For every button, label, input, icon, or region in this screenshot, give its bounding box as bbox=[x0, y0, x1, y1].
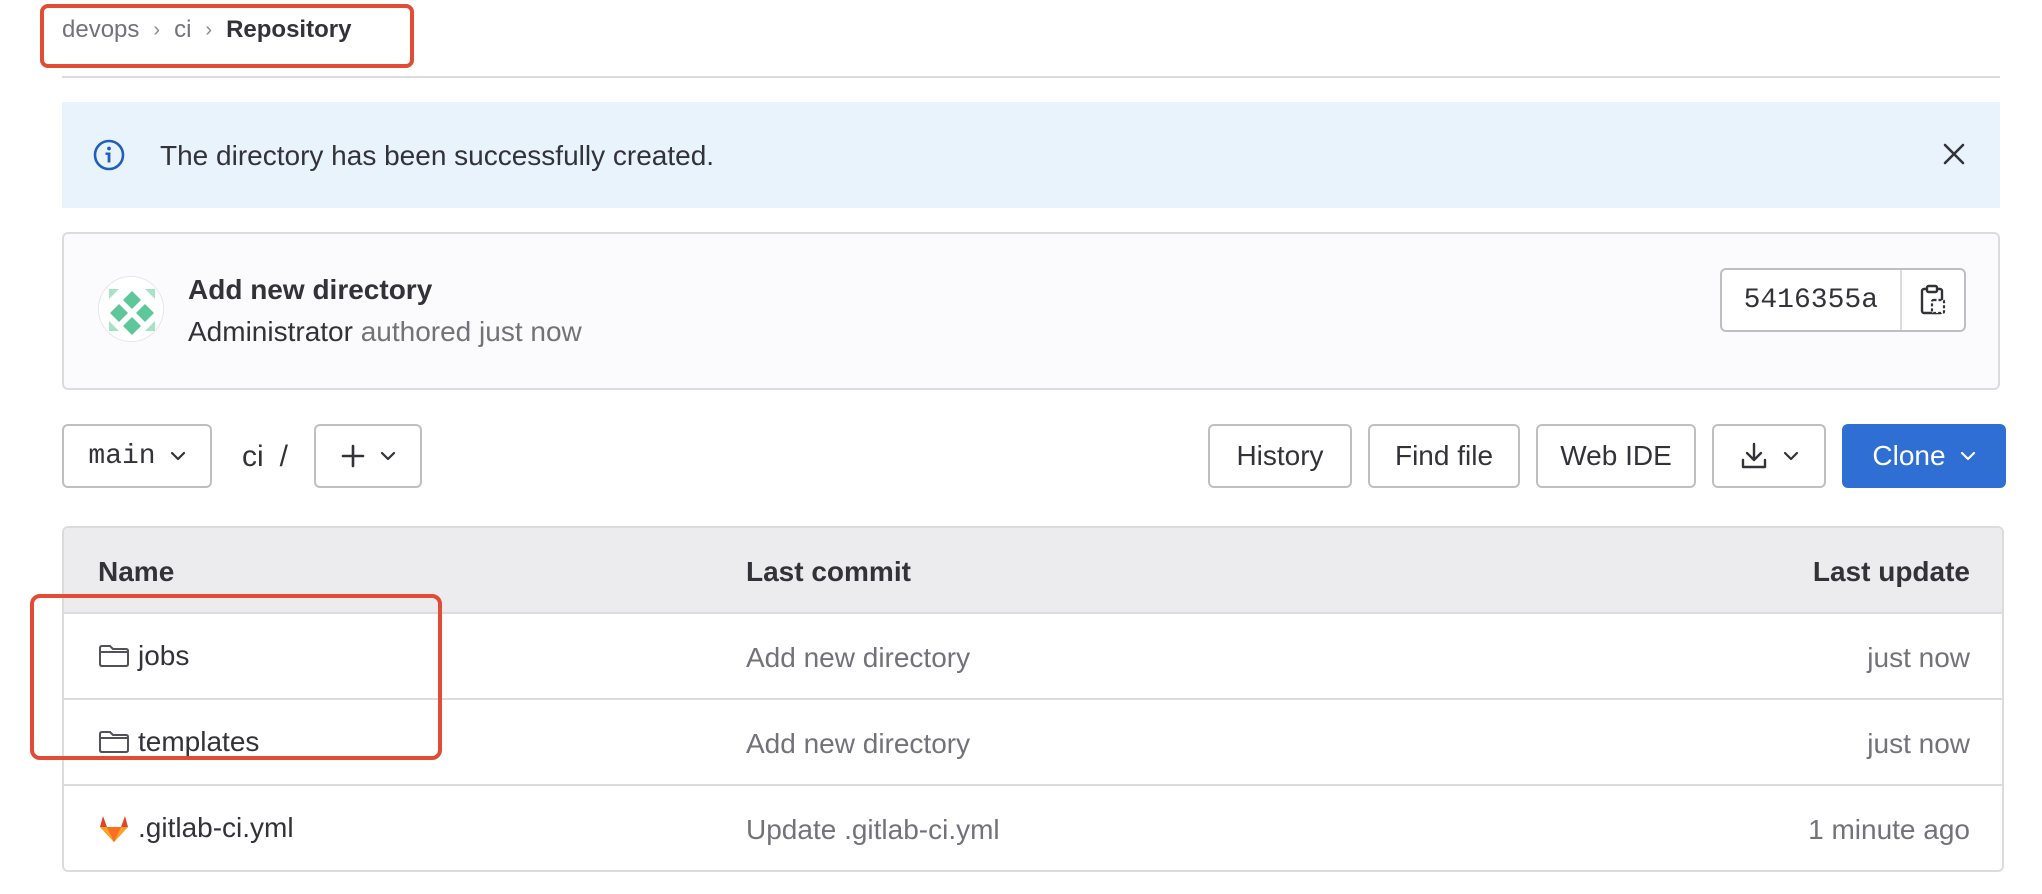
alert-message: The directory has been successfully crea… bbox=[160, 140, 715, 171]
last-commit-message[interactable]: Add new directory bbox=[746, 728, 970, 760]
last-update-time: just now bbox=[1867, 728, 1970, 759]
column-header-last-commit: Last commit bbox=[746, 556, 911, 587]
last-update-time: 1 minute ago bbox=[1808, 814, 1970, 845]
chevron-down-icon bbox=[170, 451, 185, 461]
commit-sha[interactable]: 5416355a bbox=[1722, 270, 1902, 330]
gitlab-icon bbox=[98, 813, 130, 843]
commit-author[interactable]: Administrator bbox=[188, 316, 353, 347]
column-header-name: Name bbox=[98, 556, 175, 587]
chevron-down-icon bbox=[1783, 451, 1799, 461]
branch-selector[interactable]: main bbox=[62, 424, 212, 488]
find-file-button[interactable]: Find file bbox=[1368, 424, 1520, 488]
repository-path: ci / bbox=[242, 440, 288, 474]
plus-icon bbox=[341, 444, 365, 468]
path-separator: / bbox=[279, 440, 289, 473]
avatar[interactable] bbox=[98, 276, 164, 342]
copy-sha-button[interactable] bbox=[1902, 270, 1964, 330]
clone-label: Clone bbox=[1872, 440, 1946, 471]
chevron-down-icon bbox=[1960, 451, 1975, 461]
last-commit-message[interactable]: Add new directory bbox=[746, 642, 970, 674]
path-segment-ci[interactable]: ci bbox=[242, 440, 264, 473]
divider bbox=[62, 76, 2000, 78]
file-name-link[interactable]: .gitlab-ci.yml bbox=[98, 812, 294, 844]
info-icon bbox=[93, 139, 125, 171]
commit-title[interactable]: Add new directory bbox=[188, 274, 432, 306]
success-alert: The directory has been successfully crea… bbox=[62, 102, 2000, 208]
history-button[interactable]: History bbox=[1208, 424, 1352, 488]
commit-sha-group: 5416355a bbox=[1719, 268, 1966, 332]
commit-time: authored just now bbox=[360, 316, 582, 347]
last-commit-card: Add new directory Administrator authored… bbox=[62, 232, 2000, 390]
column-header-last-update: Last update bbox=[1812, 556, 1970, 587]
download-icon bbox=[1741, 442, 1767, 469]
repository-page: devops › ci › Repository The directory h… bbox=[0, 0, 2042, 894]
close-icon[interactable] bbox=[1938, 138, 1970, 170]
clone-button[interactable]: Clone bbox=[1842, 424, 2006, 488]
branch-name: main bbox=[88, 440, 156, 472]
identicon-icon bbox=[99, 277, 163, 341]
clipboard-icon bbox=[1920, 284, 1946, 315]
file-name: .gitlab-ci.yml bbox=[138, 812, 294, 843]
web-ide-button[interactable]: Web IDE bbox=[1536, 424, 1696, 488]
annotation-box-breadcrumb bbox=[40, 4, 414, 68]
last-update-time: just now bbox=[1867, 642, 1970, 673]
table-row[interactable]: .gitlab-ci.yml Update .gitlab-ci.yml 1 m… bbox=[64, 786, 2002, 870]
last-commit-message[interactable]: Update .gitlab-ci.yml bbox=[746, 814, 1000, 846]
commit-meta: Administrator authored just now bbox=[188, 316, 582, 348]
chevron-down-icon bbox=[380, 451, 396, 461]
add-to-tree-button[interactable] bbox=[314, 424, 422, 488]
download-button[interactable] bbox=[1712, 424, 1826, 488]
annotation-box-new-directories bbox=[30, 594, 442, 760]
